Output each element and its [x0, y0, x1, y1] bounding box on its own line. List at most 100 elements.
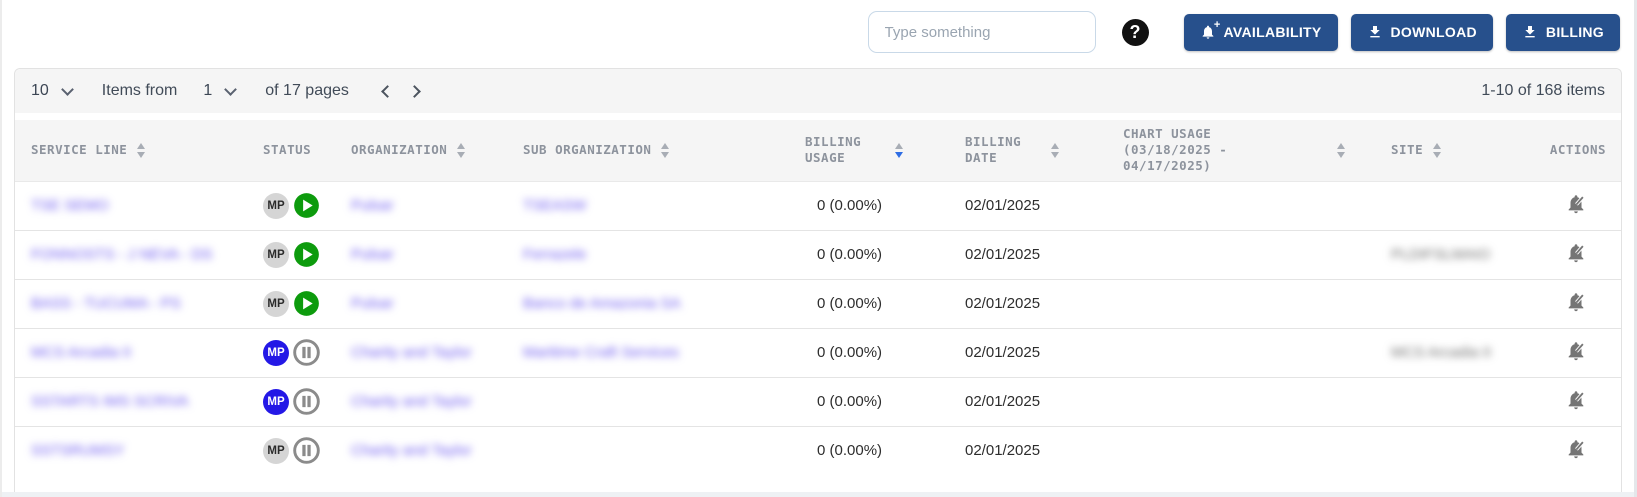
search-input[interactable]: [885, 24, 1084, 41]
organization-link[interactable]: Charity and Taylor: [351, 393, 472, 411]
service-line-link[interactable]: BASS - TUCUMA - PS: [31, 295, 181, 313]
mp-status-badge: MP: [263, 340, 289, 366]
billing-date-value: 02/01/2025: [949, 377, 1107, 426]
pause-icon[interactable]: [293, 339, 320, 366]
service-line-link[interactable]: SSTSRUMSY: [31, 442, 124, 460]
next-page-icon[interactable]: [408, 85, 421, 98]
pagination-bar: 10 Items from 1 of 17 pages 1-10 of 168 …: [15, 69, 1621, 113]
chevron-down-icon[interactable]: [61, 83, 74, 96]
divider: [15, 113, 1621, 120]
column-header-actions: ACTIONS: [1523, 120, 1622, 181]
sort-icon[interactable]: [1433, 143, 1441, 158]
chart-usage-value: [1107, 279, 1375, 328]
availability-button[interactable]: + AVAILABILITY: [1184, 14, 1338, 51]
sort-icon[interactable]: [137, 143, 145, 158]
chart-usage-value: [1107, 377, 1375, 426]
pause-icon[interactable]: [293, 388, 320, 415]
data-table: SERVICE LINE STATUS ORGANIZATION SUB ORG…: [15, 120, 1622, 475]
billing-usage-value: 0 (0.00%): [789, 279, 949, 328]
sub-organization-link[interactable]: Ferrazele: [523, 246, 586, 264]
chart-usage-value: [1107, 328, 1375, 377]
organization-link[interactable]: Charity and Taylor: [351, 344, 472, 362]
site-value: PLDIFSLMAIO: [1391, 246, 1490, 263]
divider: [2, 492, 1634, 497]
search-box[interactable]: [868, 11, 1096, 53]
page-size-select[interactable]: 10: [31, 82, 49, 100]
sort-icon-active[interactable]: [895, 143, 903, 158]
column-header-billing-date[interactable]: BILLING DATE: [949, 120, 1107, 181]
edit-notification-icon[interactable]: [1565, 447, 1587, 464]
site-value: MCS Arcadia II: [1391, 344, 1491, 361]
table-row: TSE SEMO MP Pulsar TSEASW 0 (0.00%) 02/0…: [15, 181, 1622, 230]
sort-icon[interactable]: [1051, 143, 1059, 158]
download-button[interactable]: DOWNLOAD: [1351, 14, 1493, 51]
edit-notification-icon[interactable]: [1565, 398, 1587, 415]
mp-status-badge: MP: [263, 389, 289, 415]
billing-usage-value: 0 (0.00%): [789, 181, 949, 230]
table-row: MCS Arcadia II MP Charity and Taylor Mar…: [15, 328, 1622, 377]
sort-icon[interactable]: [1337, 143, 1345, 158]
billing-date-value: 02/01/2025: [949, 328, 1107, 377]
column-header-site[interactable]: SITE: [1375, 120, 1523, 181]
download-button-label: DOWNLOAD: [1391, 24, 1477, 40]
organization-link[interactable]: Pulsar: [351, 197, 394, 215]
sort-icon[interactable]: [457, 143, 465, 158]
sort-icon[interactable]: [661, 143, 669, 158]
pages-count-label: of 17 pages: [265, 82, 349, 100]
play-icon[interactable]: [293, 192, 320, 219]
mp-status-badge: MP: [263, 242, 289, 268]
service-line-link[interactable]: SSTARTS IMS SCRIVA: [31, 393, 189, 411]
download-icon: [1522, 24, 1538, 40]
billing-usage-value: 0 (0.00%): [789, 377, 949, 426]
column-header-organization[interactable]: ORGANIZATION: [335, 120, 507, 181]
organization-link[interactable]: Pulsar: [351, 246, 394, 264]
organization-link[interactable]: Pulsar: [351, 295, 394, 313]
column-header-service-line[interactable]: SERVICE LINE: [15, 120, 247, 181]
table-header-row: SERVICE LINE STATUS ORGANIZATION SUB ORG…: [15, 120, 1622, 181]
chevron-down-icon[interactable]: [224, 83, 237, 96]
column-header-sub-organization[interactable]: SUB ORGANIZATION: [507, 120, 789, 181]
bell-plus-icon: +: [1200, 24, 1216, 40]
edit-notification-icon[interactable]: [1565, 300, 1587, 317]
table-card: 10 Items from 1 of 17 pages 1-10 of 168 …: [14, 68, 1622, 492]
column-header-billing-usage[interactable]: BILLING USAGE: [789, 120, 949, 181]
billing-date-value: 02/01/2025: [949, 279, 1107, 328]
service-line-link[interactable]: FONNOSTS - J NEVA - DS: [31, 246, 212, 264]
billing-date-value: 02/01/2025: [949, 230, 1107, 279]
sub-organization-link[interactable]: Banco de Amazonia SA: [523, 295, 681, 313]
sub-organization-link[interactable]: Maritime Craft Services: [523, 344, 679, 362]
column-header-chart-usage[interactable]: CHART USAGE (03/18/2025 - 04/17/2025): [1107, 120, 1375, 181]
table-row: SSTARTS IMS SCRIVA MP Charity and Taylor…: [15, 377, 1622, 426]
availability-button-label: AVAILABILITY: [1224, 24, 1322, 40]
edit-notification-icon[interactable]: [1565, 251, 1587, 268]
mp-status-badge: MP: [263, 193, 289, 219]
edit-notification-icon[interactable]: [1565, 202, 1587, 219]
chart-usage-value: [1107, 230, 1375, 279]
top-toolbar: ? + AVAILABILITY DOWNLOAD BILLING: [2, 0, 1634, 64]
mp-status-badge: MP: [263, 438, 289, 464]
items-range-label: 1-10 of 168 items: [1481, 82, 1605, 100]
chart-usage-value: [1107, 426, 1375, 475]
edit-notification-icon[interactable]: [1565, 349, 1587, 366]
table-row: SSTSRUMSY MP Charity and Taylor 0 (0.00%…: [15, 426, 1622, 475]
play-icon[interactable]: [293, 290, 320, 317]
pause-icon[interactable]: [293, 437, 320, 464]
chart-usage-value: [1107, 181, 1375, 230]
service-line-link[interactable]: MCS Arcadia II: [31, 344, 131, 362]
organization-link[interactable]: Charity and Taylor: [351, 442, 472, 460]
sub-organization-link[interactable]: TSEASW: [523, 197, 586, 215]
download-icon: [1367, 24, 1383, 40]
billing-button[interactable]: BILLING: [1506, 14, 1620, 51]
table-row: BASS - TUCUMA - PS MP Pulsar Banco de Am…: [15, 279, 1622, 328]
billing-button-label: BILLING: [1546, 24, 1604, 40]
help-icon[interactable]: ?: [1122, 19, 1149, 46]
play-icon[interactable]: [293, 241, 320, 268]
billing-date-value: 02/01/2025: [949, 426, 1107, 475]
table-row: FONNOSTS - J NEVA - DS MP Pulsar Ferraze…: [15, 230, 1622, 279]
billing-date-value: 02/01/2025: [949, 181, 1107, 230]
service-line-link[interactable]: TSE SEMO: [31, 197, 109, 215]
items-from-label: Items from: [102, 82, 178, 100]
previous-page-icon[interactable]: [381, 85, 394, 98]
billing-usage-value: 0 (0.00%): [789, 426, 949, 475]
page-select[interactable]: 1: [203, 82, 212, 100]
